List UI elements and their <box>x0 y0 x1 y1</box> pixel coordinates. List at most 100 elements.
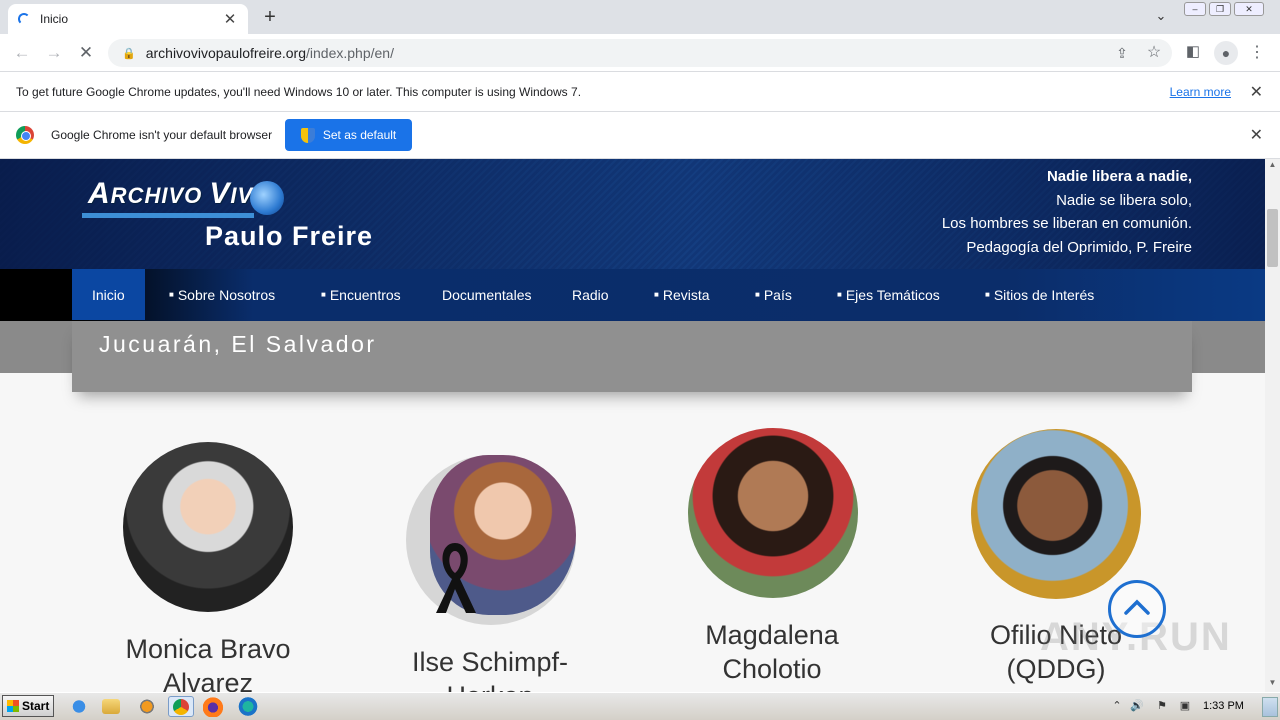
bullet-icon: ■ <box>755 290 760 299</box>
default-browser-message: Google Chrome isn't your default browser <box>51 128 273 142</box>
person-name-line: Monica Bravo <box>125 634 291 664</box>
person-name-line: Ilse Schimpf- <box>411 647 569 677</box>
close-window-button[interactable]: ✕ <box>1234 2 1264 16</box>
nav-item-label: Documentales <box>442 286 532 303</box>
logo-underline <box>82 213 254 218</box>
site-logo-line2[interactable]: Paulo Freire <box>205 221 373 252</box>
person-photo[interactable] <box>688 428 858 598</box>
menu-kebab-icon[interactable]: ⋮ <box>1246 42 1268 64</box>
nav-item-label: Encuentros <box>329 286 401 303</box>
header-quote: Nadie libera a nadie, Nadie se libera so… <box>942 165 1192 259</box>
logo-text: RCHIVO <box>110 183 210 208</box>
stop-loading-icon[interactable]: ✕ <box>75 42 97 64</box>
scroll-up-arrow-icon[interactable]: ▲ <box>1266 160 1279 172</box>
learn-more-link[interactable]: Learn more <box>1170 85 1231 99</box>
browser-tab[interactable]: Inicio ✕ <box>8 4 248 34</box>
side-panel-icon[interactable]: ◧ <box>1182 41 1204 63</box>
nav-item-label: Inicio <box>92 286 125 303</box>
loading-spinner-icon <box>18 13 30 25</box>
close-icon[interactable]: ✕ <box>1250 125 1263 145</box>
chrome-icon <box>173 699 189 715</box>
chevron-up-icon <box>1124 599 1150 615</box>
edge-icon[interactable] <box>237 696 259 717</box>
close-icon[interactable]: ✕ <box>1250 82 1263 102</box>
minimize-button[interactable]: – <box>1184 2 1206 16</box>
nav-item-sobre-nosotros[interactable]: ■ Sobre Nosotros <box>169 269 275 320</box>
file-explorer-icon[interactable] <box>102 699 120 714</box>
lock-icon: 🔒 <box>122 47 136 60</box>
person-name-line: Cholotio <box>722 654 822 684</box>
nav-item-revista[interactable]: ■ Revista <box>654 269 710 320</box>
person-name-line: Magdalena <box>705 620 839 650</box>
start-label: Start <box>22 699 50 713</box>
person-photo[interactable] <box>971 429 1141 599</box>
logo-letter: A <box>88 177 111 210</box>
nav-item-inicio[interactable]: Inicio <box>72 269 145 320</box>
page-title: Jucuarán, El Salvador <box>99 331 377 357</box>
web-page: ARCHIVO VIVO Paulo Freire Nadie libera a… <box>0 159 1265 692</box>
url-path: /index.php/en/ <box>306 45 394 61</box>
windows-logo-icon <box>7 700 19 712</box>
bullet-icon: ■ <box>985 290 990 299</box>
back-to-top-button[interactable] <box>1108 580 1166 638</box>
network-icon[interactable]: ▣ <box>1178 699 1192 713</box>
quote-line: Los hombres se liberan en comunión. <box>941 215 1192 232</box>
new-tab-button[interactable]: + <box>260 6 280 28</box>
taskbar-clock[interactable]: 1:33 PM <box>1203 700 1244 712</box>
profile-avatar-icon[interactable]: ● <box>1214 41 1238 65</box>
globe-icon <box>250 181 284 215</box>
restore-button[interactable]: ❐ <box>1209 2 1231 16</box>
set-as-default-label: Set as default <box>322 128 397 142</box>
set-as-default-button[interactable]: Set as default <box>285 119 413 151</box>
update-message: To get future Google Chrome updates, you… <box>16 84 582 99</box>
url-host: archivovivopaulofreire.org <box>145 45 307 61</box>
nav-item-sitios-de-interes[interactable]: ■ Sitios de Interés <box>985 269 1094 320</box>
person-name-line: Alvarez <box>162 668 254 692</box>
start-button[interactable]: Start <box>2 695 54 717</box>
person-name[interactable]: Monica Bravo Alvarez <box>88 632 328 692</box>
nav-item-encuentros[interactable]: ■ Encuentros <box>321 269 401 320</box>
logo-letter: V <box>209 177 231 210</box>
nav-item-radio[interactable]: Radio <box>572 269 609 320</box>
show-desktop-button[interactable] <box>1262 697 1278 717</box>
chrome-taskbar-button[interactable] <box>168 696 194 717</box>
bullet-icon: ■ <box>654 290 659 299</box>
bullet-icon: ■ <box>169 290 174 299</box>
nav-item-label: País <box>763 286 792 303</box>
nav-item-label: Revista <box>662 286 710 303</box>
address-bar[interactable]: 🔒 archivovivopaulofreire.org/index.php/e… <box>108 39 1172 67</box>
person-name[interactable]: Ilse Schimpf- Herken <box>370 645 610 692</box>
default-browser-infobar: Google Chrome isn't your default browser… <box>0 112 1280 159</box>
quote-line: Nadie libera a nadie, <box>1046 168 1192 185</box>
mourning-ribbon-icon <box>432 539 478 615</box>
back-arrow-icon[interactable]: ← <box>11 42 33 64</box>
person-name-line: Herken <box>370 679 610 692</box>
bullet-icon: ■ <box>321 290 326 299</box>
internet-explorer-icon[interactable] <box>68 696 90 717</box>
tab-title: Inicio <box>40 12 69 26</box>
share-icon[interactable]: ⇪ <box>1111 42 1133 64</box>
nav-item-label: Radio <box>572 286 609 303</box>
media-player-icon[interactable] <box>136 696 158 717</box>
bookmark-star-icon[interactable]: ☆ <box>1143 42 1165 64</box>
tab-close-icon[interactable]: ✕ <box>222 10 238 28</box>
nav-item-pais[interactable]: ■ País <box>755 269 792 320</box>
chrome-logo-icon <box>16 126 34 144</box>
tab-search-chevron-icon[interactable]: ⌄ <box>1152 8 1170 26</box>
nav-item-label: Sobre Nosotros <box>177 286 276 303</box>
volume-icon[interactable]: 🔊 <box>1130 699 1144 713</box>
person-photo[interactable] <box>123 442 293 612</box>
nav-item-ejes-tematicos[interactable]: ■ Ejes Temáticos <box>837 269 940 320</box>
update-infobar: To get future Google Chrome updates, you… <box>0 72 1280 112</box>
scroll-down-arrow-icon[interactable]: ▼ <box>1266 678 1279 690</box>
firefox-icon[interactable] <box>203 696 225 717</box>
forward-arrow-icon[interactable]: → <box>43 42 65 64</box>
nav-item-documentales[interactable]: Documentales <box>442 269 532 320</box>
site-logo-line1[interactable]: ARCHIVO VIVO <box>88 177 271 211</box>
action-center-flag-icon[interactable]: ⚑ <box>1155 699 1169 713</box>
tray-expand-icon[interactable]: ⌃ <box>1110 699 1124 713</box>
nav-item-label: Ejes Temáticos <box>845 286 940 303</box>
person-name[interactable]: Magdalena Cholotio <box>652 618 892 686</box>
scrollbar-thumb[interactable] <box>1267 209 1278 267</box>
nav-item-label: Sitios de Interés <box>993 286 1095 303</box>
